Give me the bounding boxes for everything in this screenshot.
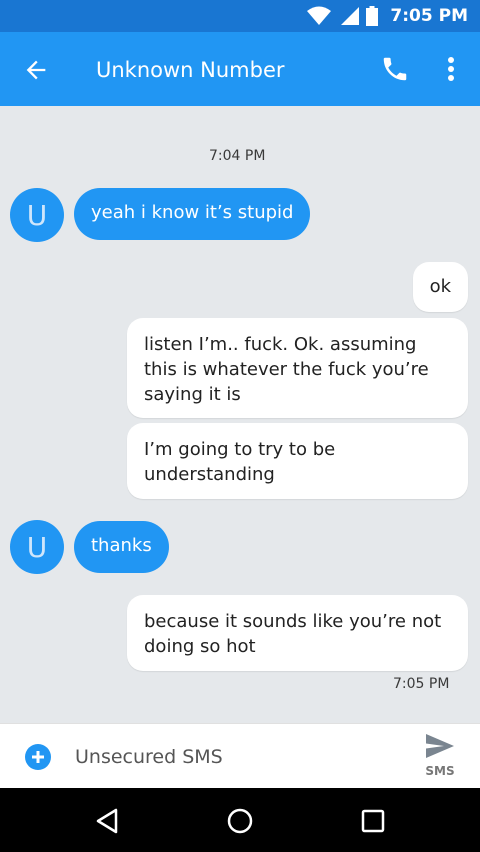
more-vert-icon[interactable] (440, 54, 462, 84)
compose-bar: Unsecured SMS SMS (0, 723, 480, 788)
home-circle-icon[interactable] (225, 806, 255, 836)
outgoing-message[interactable]: listen I’m.. fuck. Ok. assuming this is … (127, 318, 468, 418)
status-icons: 7:05 PM (306, 0, 468, 32)
conversation-title: Unknown Number (96, 58, 285, 82)
phone-icon[interactable] (380, 54, 410, 84)
contact-avatar[interactable]: U (10, 520, 64, 574)
message-timestamp: 7:05 PM (393, 676, 450, 692)
wifi-icon (307, 6, 332, 25)
app-bar: Unknown Number (0, 32, 480, 106)
recents-square-icon[interactable] (358, 806, 388, 836)
battery-icon (366, 6, 379, 26)
send-button[interactable]: SMS (420, 732, 460, 782)
outgoing-message[interactable]: I’m going to try to be understanding (127, 423, 468, 499)
signal-icon (341, 7, 360, 25)
back-triangle-icon[interactable] (92, 806, 122, 836)
status-time: 7:05 PM (390, 6, 468, 26)
send-icon (426, 734, 454, 758)
outgoing-message[interactable]: ok (412, 262, 468, 312)
incoming-message[interactable]: thanks (74, 521, 169, 573)
contact-avatar[interactable]: U (10, 188, 64, 242)
system-nav-bar (0, 788, 480, 852)
message-input[interactable]: Unsecured SMS (75, 744, 223, 770)
status-bar: 7:05 PM (0, 0, 480, 32)
add-attachment-icon[interactable] (25, 744, 51, 770)
incoming-message[interactable]: yeah i know it’s stupid (74, 188, 311, 240)
message-timestamp: 7:04 PM (209, 148, 266, 164)
send-label: SMS (425, 764, 455, 778)
outgoing-message[interactable]: because it sounds like you’re not doing … (127, 595, 468, 671)
back-arrow-icon[interactable] (22, 56, 50, 84)
message-thread[interactable]: 7:04 PM U yeah i know it’s stupid ok lis… (0, 106, 480, 723)
